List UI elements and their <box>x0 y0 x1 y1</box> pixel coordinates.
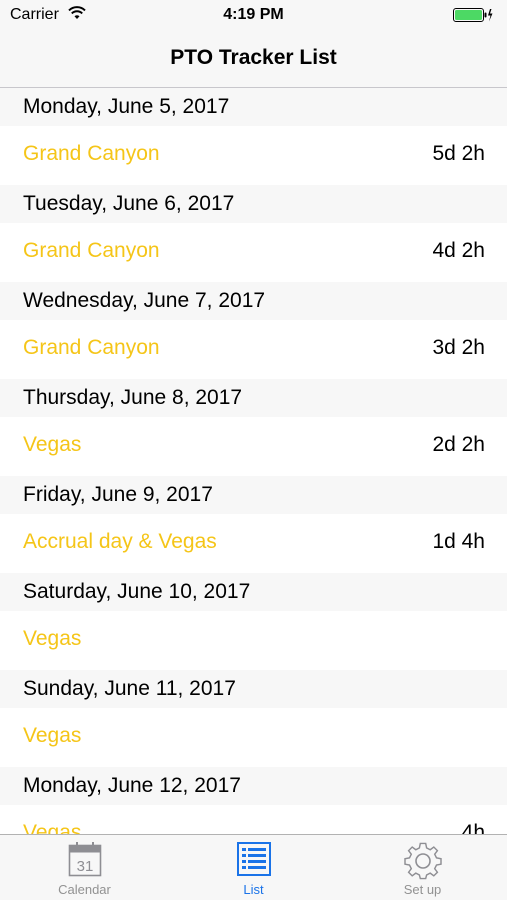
list-section: Saturday, June 10, 2017 Vegas <box>0 573 507 670</box>
item-title: Grand Canyon <box>23 239 160 262</box>
item-balance: 1d 4h <box>432 530 485 553</box>
item-balance: 5d 2h <box>432 142 485 165</box>
list-icon <box>169 841 338 881</box>
item-title: Vegas <box>23 433 82 456</box>
list-section: Thursday, June 8, 2017 Vegas 2d 2h <box>0 379 507 476</box>
section-header: Monday, June 12, 2017 <box>0 767 507 805</box>
list-item[interactable]: Vegas 2d 2h <box>0 417 507 476</box>
section-header: Tuesday, June 6, 2017 <box>0 185 507 223</box>
item-title: Accrual day & Vegas <box>23 530 217 553</box>
section-header: Monday, June 5, 2017 <box>0 88 507 126</box>
item-title: Grand Canyon <box>23 336 160 359</box>
item-title: Grand Canyon <box>23 142 160 165</box>
list-item[interactable]: Grand Canyon 3d 2h <box>0 320 507 379</box>
item-title: Vegas <box>23 627 82 650</box>
gear-icon <box>338 841 507 881</box>
list-section: Sunday, June 11, 2017 Vegas <box>0 670 507 767</box>
tab-calendar[interactable]: 31 Calendar <box>0 835 169 900</box>
item-balance: 2d 2h <box>432 433 485 456</box>
calendar-icon: 31 <box>0 841 169 881</box>
list-section: Friday, June 9, 2017 Accrual day & Vegas… <box>0 476 507 573</box>
item-title: Vegas <box>23 821 82 834</box>
status-time: 4:19 PM <box>223 6 284 23</box>
pto-list[interactable]: Monday, June 5, 2017 Grand Canyon 5d 2h … <box>0 88 507 834</box>
status-bar: Carrier 4:19 PM <box>0 0 507 30</box>
section-header: Friday, June 9, 2017 <box>0 476 507 514</box>
list-item[interactable]: Vegas <box>0 708 507 767</box>
tab-list[interactable]: List <box>169 835 338 900</box>
tab-calendar-label: Calendar <box>58 882 111 897</box>
section-header: Sunday, June 11, 2017 <box>0 670 507 708</box>
section-header: Wednesday, June 7, 2017 <box>0 282 507 320</box>
tab-bar: 31 Calendar List Set up <box>0 834 507 900</box>
list-section: Monday, June 12, 2017 Vegas 4h <box>0 767 507 834</box>
list-item[interactable]: Accrual day & Vegas 1d 4h <box>0 514 507 573</box>
calendar-day-number: 31 <box>76 858 93 875</box>
tab-setup[interactable]: Set up <box>338 835 507 900</box>
item-balance: 3d 2h <box>432 336 485 359</box>
section-header: Saturday, June 10, 2017 <box>0 573 507 611</box>
navigation-bar: PTO Tracker List <box>0 30 507 88</box>
list-item[interactable]: Grand Canyon 4d 2h <box>0 223 507 282</box>
battery-icon <box>453 7 493 23</box>
tab-list-label: List <box>243 882 264 897</box>
tab-setup-label: Set up <box>403 882 442 897</box>
item-balance: 4h <box>461 821 485 834</box>
item-title: Vegas <box>23 724 82 747</box>
page-title: PTO Tracker List <box>170 46 337 69</box>
list-section: Wednesday, June 7, 2017 Grand Canyon 3d … <box>0 282 507 379</box>
list-section: Monday, June 5, 2017 Grand Canyon 5d 2h <box>0 88 507 185</box>
list-item[interactable]: Vegas 4h <box>0 805 507 834</box>
list-item[interactable]: Vegas <box>0 611 507 670</box>
list-section: Tuesday, June 6, 2017 Grand Canyon 4d 2h <box>0 185 507 282</box>
section-header: Thursday, June 8, 2017 <box>0 379 507 417</box>
item-balance: 4d 2h <box>432 239 485 262</box>
list-item[interactable]: Grand Canyon 5d 2h <box>0 126 507 185</box>
